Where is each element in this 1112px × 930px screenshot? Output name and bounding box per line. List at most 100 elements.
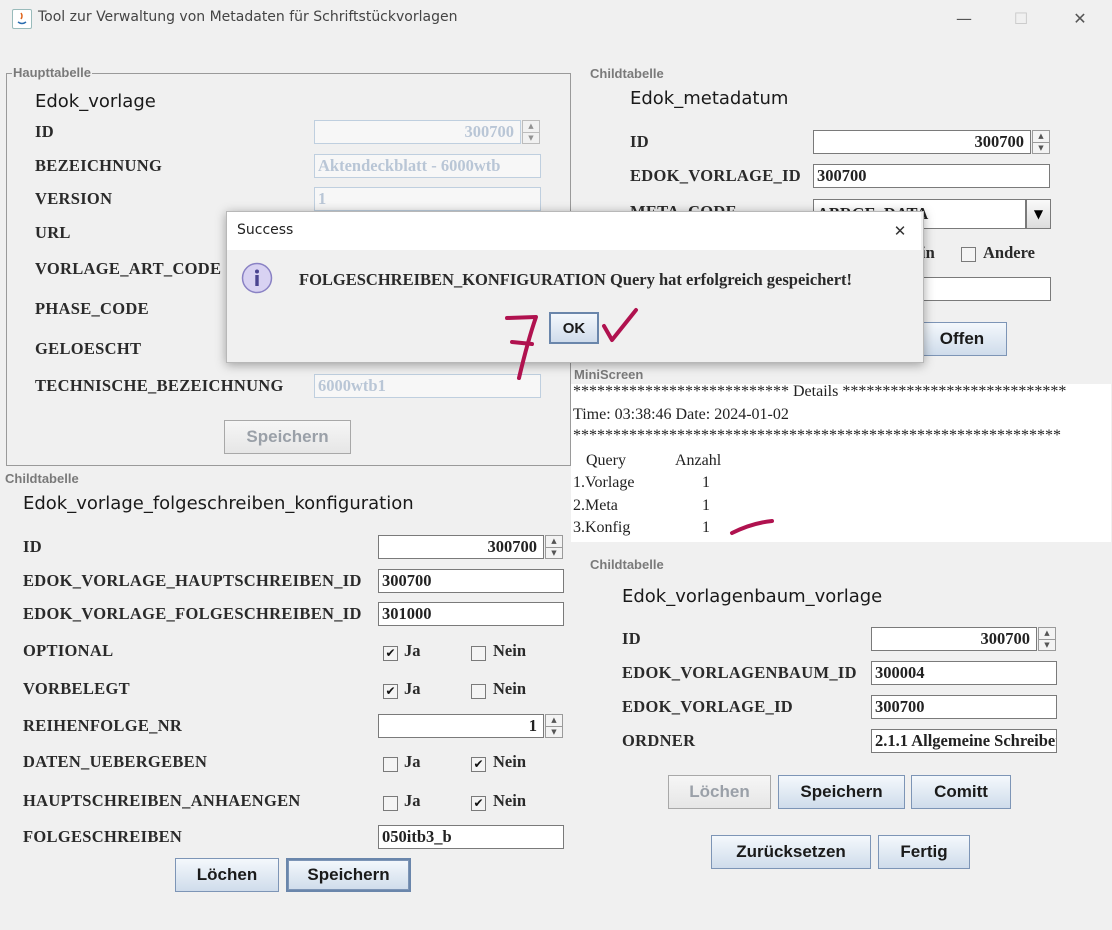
close-icon: ✕ [893, 222, 907, 240]
java-app-icon [12, 9, 32, 29]
close-icon: ✕ [1073, 8, 1087, 28]
baum-id-field[interactable]: 300700 [871, 627, 1037, 651]
vorbelegt-ja-label: Ja [404, 679, 421, 698]
vorlage-id-field[interactable]: 300700 [314, 120, 521, 144]
check-icon: ✔ [385, 646, 396, 660]
meta-edok-vorlage-id-field[interactable]: 300700 [813, 164, 1050, 188]
metadatum-caption: Childtabelle [589, 66, 665, 81]
konf-label-folgeschreiben-id: EDOK_VORLAGE_FOLGESCHREIBEN_ID [23, 604, 362, 623]
optional-nein-checkbox[interactable] [471, 646, 486, 661]
konfiguration-loeschen-button[interactable]: Löchen [175, 858, 279, 892]
meta-text-field[interactable] [921, 277, 1051, 301]
hauptschreiben-id-field[interactable]: 300700 [378, 569, 564, 593]
konf-id-spinner[interactable]: ▲ ▼ [545, 535, 563, 559]
spinner-down-icon[interactable]: ▼ [1033, 143, 1049, 154]
meta-id-spinner[interactable]: ▲ ▼ [1032, 130, 1050, 154]
miniscreen-row-query: 1.Vorlage [573, 474, 635, 491]
label-bezeichnung: BEZEICHNUNG [35, 156, 163, 175]
vorbelegt-ja-checkbox[interactable]: ✔ [383, 684, 398, 699]
folgeschreiben-id-field[interactable]: 301000 [378, 602, 564, 626]
label-version: VERSION [35, 189, 113, 208]
title-bar: Tool zur Verwaltung von Metadaten für Sc… [0, 0, 1112, 36]
miniscreen-caption: MiniScreen [573, 367, 645, 382]
fertig-button[interactable]: Fertig [878, 835, 970, 869]
optional-ja-checkbox[interactable]: ✔ [383, 646, 398, 661]
andere-checkbox[interactable] [961, 247, 976, 262]
spinner-down-icon[interactable]: ▼ [546, 548, 562, 559]
haupttabelle-save-button[interactable]: Speichern [224, 420, 351, 454]
konf-label-hauptschreiben-id: EDOK_VORLAGE_HAUPTSCHREIBEN_ID [23, 571, 362, 590]
miniscreen-row-query: 3.Konfig [573, 519, 631, 536]
dialog-message: FOLGESCHREIBEN_KONFIGURATION Query hat e… [299, 270, 853, 289]
zuruecksetzen-button[interactable]: Zurücksetzen [711, 835, 871, 869]
spinner-down-icon[interactable]: ▼ [1039, 640, 1055, 651]
version-field[interactable]: 1 [314, 187, 541, 211]
spinner-down-icon[interactable]: ▼ [546, 727, 562, 738]
dialog-title-bar [227, 212, 921, 250]
bezeichnung-field[interactable]: Aktendeckblatt - 6000wtb [314, 154, 541, 178]
vorbelegt-nein-checkbox[interactable] [471, 684, 486, 699]
konf-id-field[interactable]: 300700 [378, 535, 544, 559]
edok-metadatum-title: Edok_metadatum [630, 88, 789, 109]
label-id: ID [35, 122, 54, 141]
spinner-down-icon[interactable]: ▼ [523, 133, 539, 144]
vorbelegt-nein-label: Nein [493, 679, 526, 698]
spinner-up-icon[interactable]: ▲ [546, 536, 562, 548]
folgeschreiben-field[interactable]: 050itb3_b [378, 825, 564, 849]
baum-loeschen-button[interactable]: Löchen [668, 775, 771, 809]
window-title: Tool zur Verwaltung von Metadaten für Sc… [38, 9, 458, 25]
dialog-ok-button[interactable]: OK [549, 312, 599, 344]
daten-uebergeben-ja-checkbox[interactable] [383, 757, 398, 772]
maximize-button[interactable]: ☐ [998, 4, 1044, 32]
meta-id-field[interactable]: 300700 [813, 130, 1031, 154]
check-icon: ✔ [473, 757, 484, 771]
offen-button[interactable]: Offen [917, 322, 1007, 356]
konf-label-id: ID [23, 537, 42, 556]
baum-id-spinner[interactable]: ▲ ▼ [1038, 627, 1056, 651]
hauptschreiben-anhaengen-ja-checkbox[interactable] [383, 796, 398, 811]
hauptschreiben-anhaengen-nein-label: Nein [493, 791, 526, 810]
dialog-close-button[interactable]: ✕ [887, 218, 913, 244]
daten-uebergeben-ja-label: Ja [404, 752, 421, 771]
spinner-up-icon[interactable]: ▲ [523, 121, 539, 133]
spinner-up-icon[interactable]: ▲ [1039, 628, 1055, 640]
daten-uebergeben-nein-checkbox[interactable]: ✔ [471, 757, 486, 772]
vorlagenbaum-caption: Childtabelle [589, 557, 665, 572]
konf-label-daten-uebergeben: DATEN_UEBERGEBEN [23, 752, 208, 771]
check-icon: ✔ [385, 684, 396, 698]
miniscreen-row-anzahl: 1 [702, 474, 710, 491]
edok-vorlagenbaum-title: Edok_vorlagenbaum_vorlage [622, 586, 883, 607]
miniscreen-header-query: Query [586, 452, 626, 469]
reihenfolge-spinner[interactable]: ▲ ▼ [545, 714, 563, 738]
baum-label-id: ID [622, 629, 641, 648]
konfiguration-caption: Childtabelle [4, 471, 80, 486]
ordner-field[interactable]: 2.1.1 Allgemeine Schreiben [871, 729, 1057, 753]
konfiguration-speichern-button[interactable]: Speichern [286, 858, 411, 892]
close-button[interactable]: ✕ [1057, 4, 1103, 32]
vorlagenbaum-id-field[interactable]: 300004 [871, 661, 1057, 685]
miniscreen-header-anzahl: Anzahl [675, 452, 722, 469]
vorlage-id-spinner[interactable]: ▲ ▼ [522, 120, 540, 144]
haupttabelle-caption: Haupttabelle [12, 65, 93, 80]
reihenfolge-field[interactable]: 1 [378, 714, 544, 738]
konf-label-folgeschreiben: FOLGESCHREIBEN [23, 827, 183, 846]
label-vorlage-art-code: VORLAGE_ART_CODE [35, 259, 222, 278]
meta-code-dropdown-arrow[interactable]: ▼ [1026, 199, 1051, 229]
miniscreen-row-query: 2.Meta [573, 497, 618, 514]
edok-vorlage-title: Edok_vorlage [35, 91, 156, 112]
spinner-up-icon[interactable]: ▲ [546, 715, 562, 727]
edok-konfiguration-title: Edok_vorlage_folgeschreiben_konfiguratio… [23, 493, 414, 514]
technische-bezeichnung-field[interactable]: 6000wtb1 [314, 374, 541, 398]
comitt-button[interactable]: Comitt [911, 775, 1011, 809]
minimize-button[interactable]: — [941, 4, 987, 32]
baum-speichern-button[interactable]: Speichern [778, 775, 905, 809]
konf-label-optional: OPTIONAL [23, 641, 114, 660]
baum-vorlage-id-field[interactable]: 300700 [871, 695, 1057, 719]
success-dialog: Success ✕ FOLGESCHREIBEN_KONFIGURATION Q… [226, 211, 924, 363]
spinner-up-icon[interactable]: ▲ [1033, 131, 1049, 143]
check-icon: ✔ [473, 796, 484, 810]
hauptschreiben-anhaengen-nein-checkbox[interactable]: ✔ [471, 796, 486, 811]
label-geloescht: GELOESCHT [35, 339, 142, 358]
label-technische-bezeichnung: TECHNISCHE_BEZEICHNUNG [35, 376, 284, 395]
label-url: URL [35, 223, 71, 242]
